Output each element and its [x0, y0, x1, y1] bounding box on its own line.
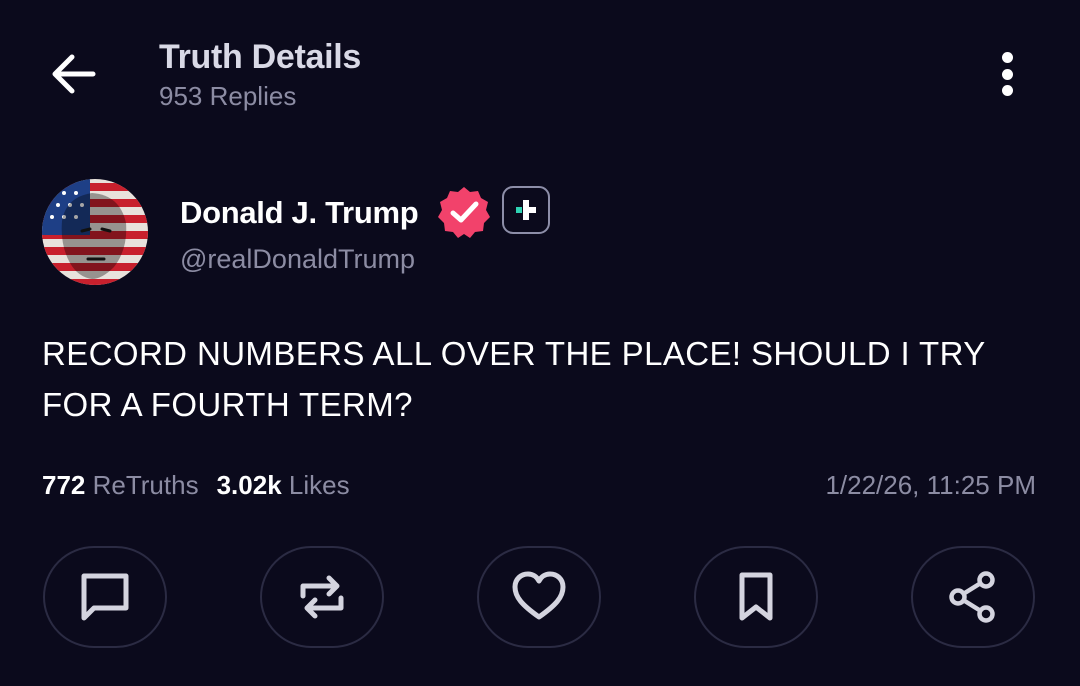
replies-count: 953 Replies — [159, 81, 297, 111]
retruths-label: ReTruths — [92, 470, 199, 500]
avatar-image — [42, 179, 148, 285]
verified-badge-icon — [438, 187, 490, 238]
share-icon — [949, 571, 995, 623]
likes-count: 3.02k — [216, 470, 282, 500]
author-handle[interactable]: @realDonaldTrump — [180, 244, 415, 275]
back-button[interactable] — [48, 50, 98, 98]
like-button[interactable] — [477, 546, 601, 648]
likes-stat[interactable]: 3.02k Likes — [217, 470, 350, 500]
likes-label: Likes — [288, 470, 350, 500]
top-bar: Truth Details 953 Replies — [0, 0, 1080, 130]
plus-icon — [516, 200, 536, 220]
author-name[interactable]: Donald J. Trump — [180, 195, 419, 231]
repost-icon — [300, 575, 344, 619]
page-title: Truth Details — [159, 38, 362, 76]
reply-button[interactable] — [43, 546, 167, 648]
more-options-button[interactable] — [988, 50, 1026, 98]
comment-icon — [81, 573, 129, 621]
share-button[interactable] — [911, 546, 1035, 648]
retruth-button[interactable] — [260, 546, 384, 648]
retruths-stat[interactable]: 772 ReTruths — [42, 470, 199, 500]
retruths-count: 772 — [42, 470, 86, 500]
bookmark-icon — [739, 572, 773, 621]
heart-icon — [512, 571, 566, 620]
bookmark-button[interactable] — [694, 546, 818, 648]
more-vertical-icon — [1001, 52, 1013, 63]
arrow-left-icon — [52, 54, 96, 94]
truth-plus-badge — [502, 186, 550, 234]
post-stats: 772 ReTruths 3.02k Likes — [42, 470, 350, 501]
post-text: RECORD NUMBERS ALL OVER THE PLACE! SHOUL… — [42, 335, 986, 423]
avatar[interactable] — [42, 179, 148, 285]
post-timestamp: 1/22/26, 11:25 PM — [825, 470, 1036, 500]
